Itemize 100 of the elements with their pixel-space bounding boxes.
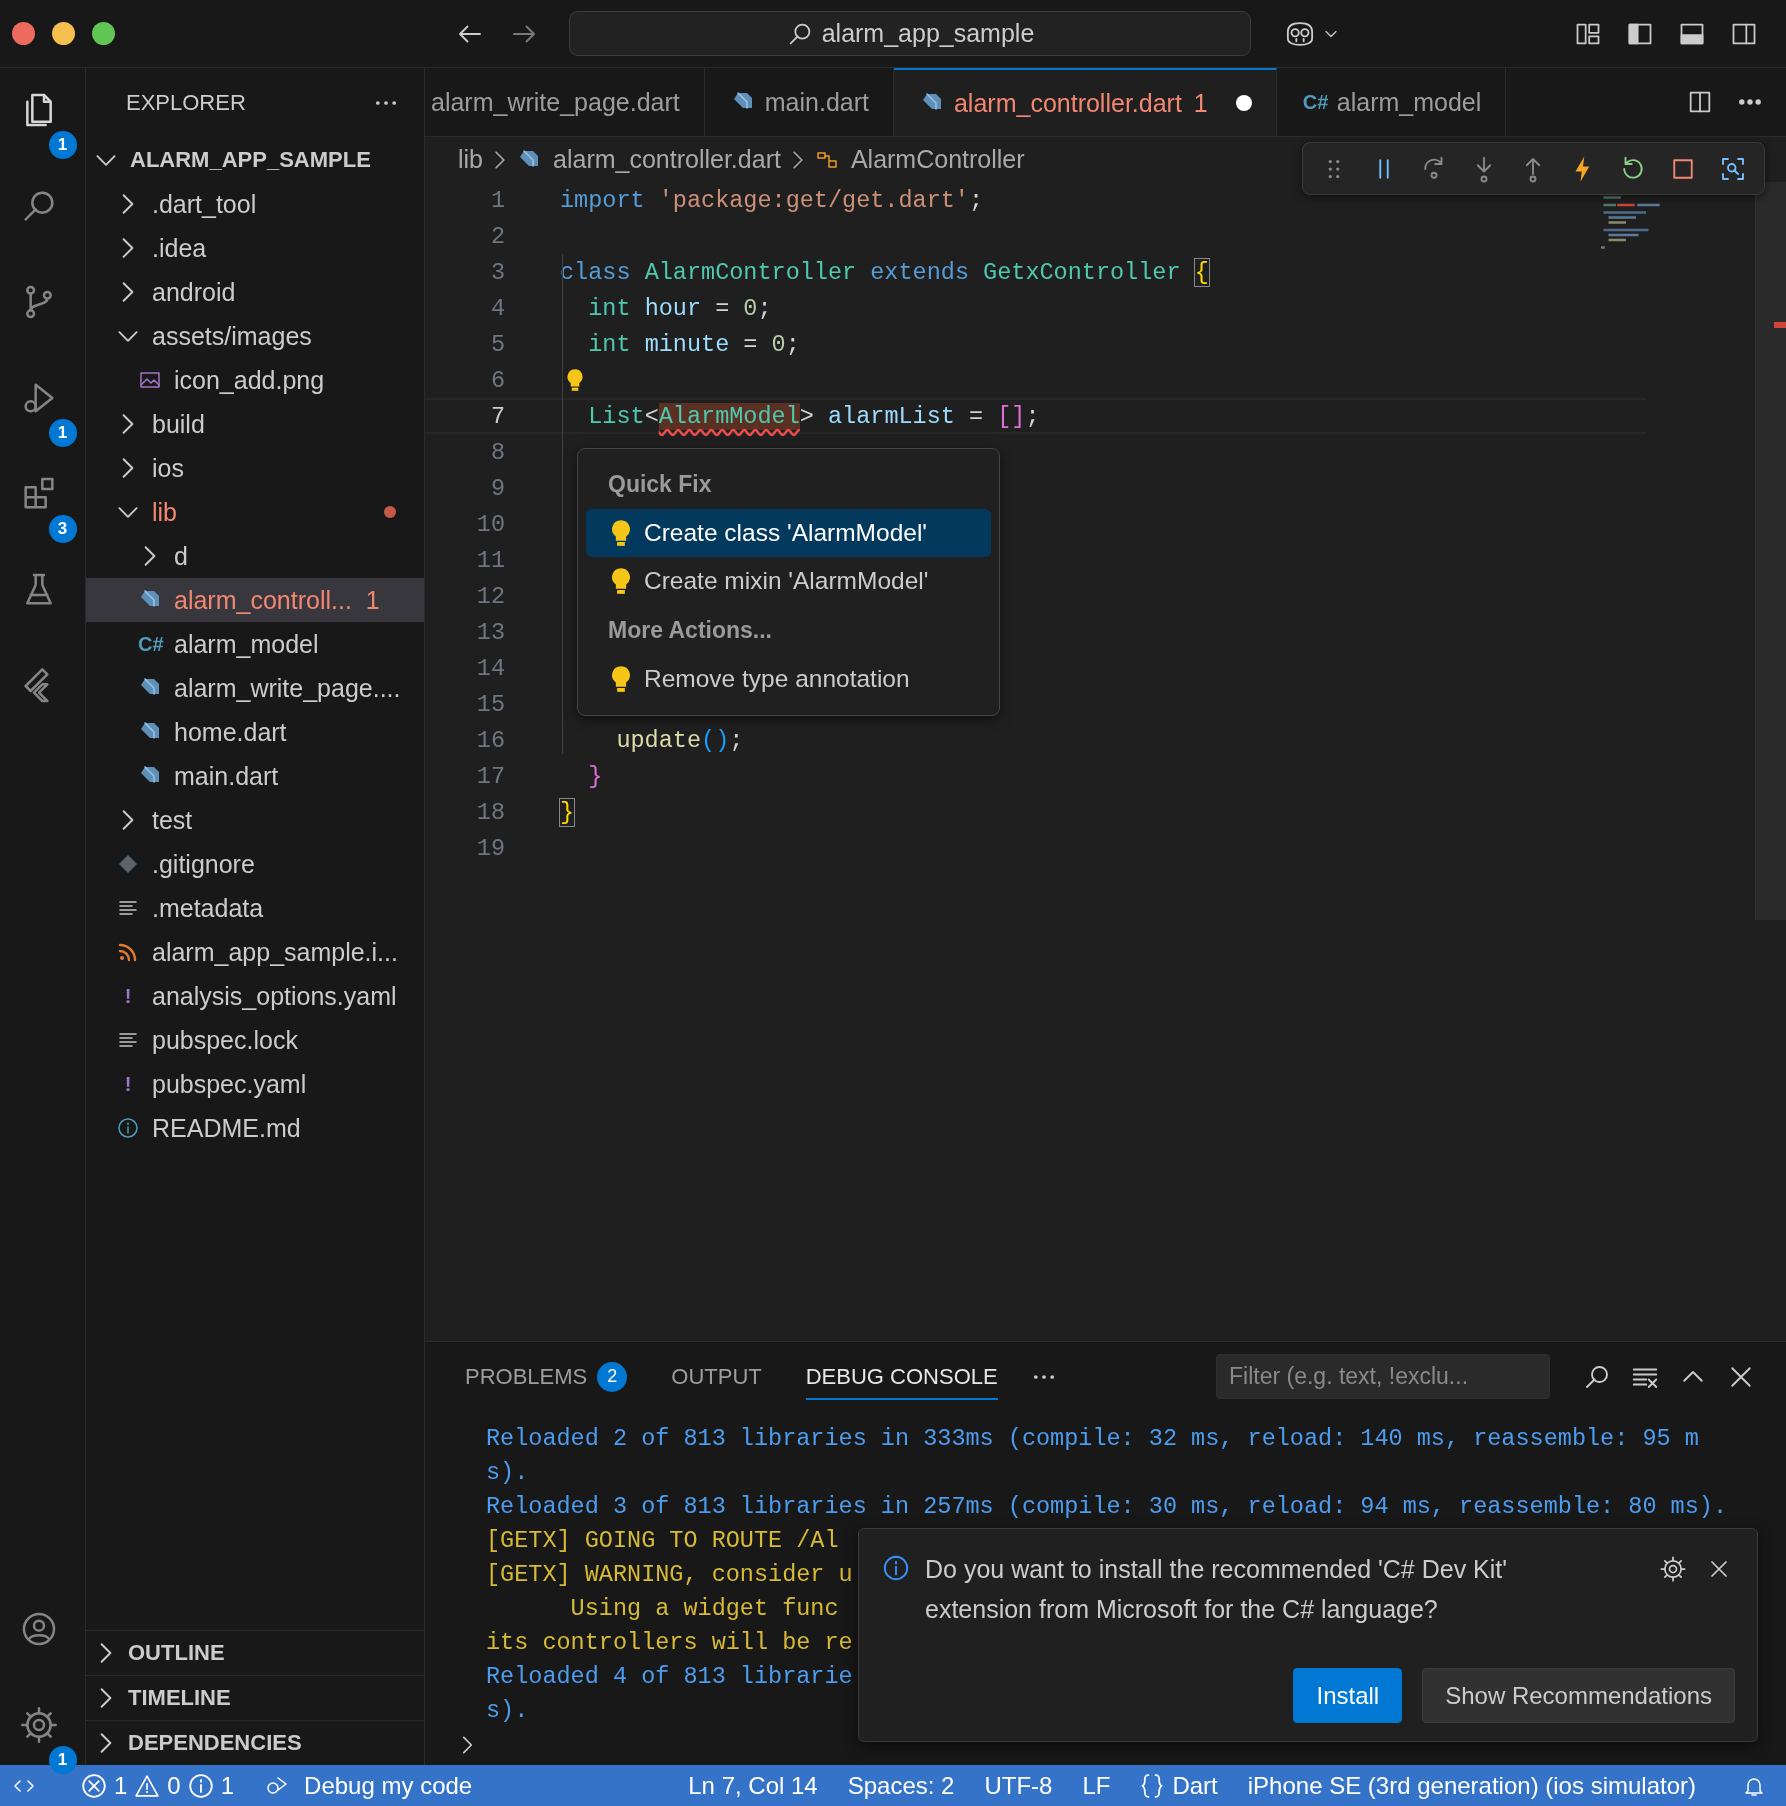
status-item[interactable]: LF xyxy=(1082,1771,1111,1800)
warning-count[interactable]: 0 xyxy=(167,1771,181,1800)
breadcrumb-item[interactable]: AlarmController xyxy=(850,145,1025,174)
file-item[interactable]: home.dart xyxy=(86,710,424,754)
folder-item[interactable]: d xyxy=(86,534,424,578)
status-item[interactable]: iPhone SE (3rd generation) (ios simulator) xyxy=(1247,1771,1696,1800)
file-item[interactable]: alarm_controll... 1 xyxy=(86,578,424,622)
menu-item[interactable]: Create class 'AlarmModel' xyxy=(586,509,991,557)
chevron-icon xyxy=(100,1643,112,1663)
line-number: 5 xyxy=(489,330,505,358)
editor-tab[interactable]: C# alarm_model xyxy=(1276,68,1507,136)
line-number: 11 xyxy=(475,546,505,574)
editor-tab[interactable]: main.dart xyxy=(704,68,894,136)
count-badge: 1 xyxy=(48,1746,77,1774)
info-icon[interactable] xyxy=(188,1773,213,1798)
file-item[interactable]: icon_add.png xyxy=(86,358,424,402)
menu-heading: More Actions... xyxy=(607,615,773,645)
error-count[interactable]: 1 xyxy=(114,1771,128,1800)
line-number: 9 xyxy=(489,474,505,502)
close-window-button[interactable] xyxy=(12,22,35,45)
folder-item[interactable]: build xyxy=(86,402,424,446)
console-line: Using a widget func xyxy=(569,1594,839,1624)
file-item[interactable]: alarm_app_sample.i... xyxy=(86,930,424,974)
folder-item[interactable]: assets/images xyxy=(86,314,424,358)
file-type-label: ! xyxy=(123,984,133,1008)
menu-heading: Quick Fix xyxy=(607,469,713,499)
editor-tab[interactable]: alarm_write_page.dart xyxy=(425,68,705,136)
menu-item[interactable]: Create mixin 'AlarmModel' xyxy=(586,557,991,605)
section-header[interactable]: OUTLINE xyxy=(86,1630,424,1675)
file-type-label: C# xyxy=(138,632,162,656)
panel-tab[interactable]: OUTPUT xyxy=(671,1353,762,1400)
breadcrumb-item[interactable]: alarm_controller.dart xyxy=(553,145,781,174)
status-item[interactable]: UTF-8 xyxy=(984,1771,1053,1800)
debug-status[interactable]: Debug my code xyxy=(304,1771,473,1800)
maximize-window-button[interactable] xyxy=(92,22,115,45)
console-line: s). xyxy=(486,1696,529,1726)
count-badge: 3 xyxy=(48,515,77,543)
console-line: its controllers will be re xyxy=(486,1628,853,1658)
line-number: 14 xyxy=(475,654,505,682)
chevron-icon xyxy=(792,150,803,169)
scrollbar[interactable] xyxy=(1755,182,1786,920)
folder-item[interactable]: lib xyxy=(86,490,424,534)
code-line: } xyxy=(560,798,575,826)
console-line: s). xyxy=(486,1458,529,1488)
project-folder-item[interactable]: ALARM_APP_SAMPLE xyxy=(86,138,424,182)
file-item[interactable]: ! pubspec.yaml xyxy=(86,1062,424,1106)
file-item[interactable]: pubspec.lock xyxy=(86,1018,424,1062)
panel-tab[interactable]: DEBUG CONSOLE xyxy=(805,1353,998,1400)
code-line: import 'package:get/get.dart'; xyxy=(560,186,984,214)
chevron-icon xyxy=(495,150,505,169)
folder-item[interactable]: .dart_tool xyxy=(86,182,424,226)
console-line: Reloaded 3 of 813 libraries in 257ms (compile: 30 ms, reload: 94 ms, reassemble: 80 ms). xyxy=(486,1492,1727,1522)
line-number: 16 xyxy=(475,726,505,754)
code-line: int minute = 0; xyxy=(587,330,800,358)
line-number: 18 xyxy=(475,798,505,826)
braces-icon[interactable] xyxy=(1140,1773,1165,1798)
line-number: 17 xyxy=(475,762,505,790)
file-item[interactable]: ! analysis_options.yaml xyxy=(86,974,424,1018)
section-header[interactable]: TIMELINE xyxy=(86,1675,424,1720)
folder-item[interactable]: android xyxy=(86,270,424,314)
command-search-field[interactable]: alarm_app_sample xyxy=(569,11,1251,56)
line-number: 12 xyxy=(475,582,505,610)
filter-field[interactable]: Filter (e.g. text, !exclu... xyxy=(1216,1354,1550,1399)
info-icon xyxy=(881,1553,911,1583)
panel-tab[interactable]: PROBLEMS 2 xyxy=(465,1353,628,1400)
notification-button[interactable]: Show Recommendations xyxy=(1422,1668,1735,1723)
info-count[interactable]: 1 xyxy=(220,1771,235,1800)
line-number: 6 xyxy=(489,366,505,394)
error-icon[interactable] xyxy=(82,1773,106,1798)
file-item[interactable]: .gitignore xyxy=(86,842,424,886)
sidebar-title: EXPLORER xyxy=(126,90,246,116)
file-item[interactable]: alarm_write_page.... xyxy=(86,666,424,710)
file-item[interactable]: main.dart xyxy=(86,754,424,798)
code-line: int hour = 0; xyxy=(587,294,772,322)
warning-icon[interactable] xyxy=(135,1773,160,1798)
status-item[interactable]: Spaces: 2 xyxy=(847,1771,955,1800)
lightbulb-icon xyxy=(612,520,630,546)
folder-item[interactable]: .idea xyxy=(86,226,424,270)
file-item[interactable]: C# alarm_model xyxy=(86,622,424,666)
notification-message: Do you want to install the recommended 'C# Dev Kit' extension from Microsoft for the C# language? xyxy=(925,1554,1509,1625)
minimize-window-button[interactable] xyxy=(52,22,75,45)
status-item[interactable]: Dart xyxy=(1172,1771,1218,1800)
file-type-label: C# xyxy=(1302,90,1327,114)
notification-button[interactable]: Install xyxy=(1293,1668,1403,1723)
menu-item[interactable]: Remove type annotation xyxy=(586,655,991,703)
console-line: Reloaded 4 of 813 librarie xyxy=(486,1662,853,1692)
breadcrumb-item[interactable]: lib xyxy=(458,145,483,174)
folder-item[interactable]: test xyxy=(86,798,424,842)
status-item[interactable]: Ln 7, Col 14 xyxy=(688,1771,818,1800)
line-number: 1 xyxy=(489,186,505,214)
line-number: 13 xyxy=(475,618,505,646)
lightbulb-icon xyxy=(612,666,630,692)
folder-item[interactable]: ios xyxy=(86,446,424,490)
settings-icon[interactable] xyxy=(18,1705,59,1745)
file-item[interactable]: README.md xyxy=(86,1106,424,1150)
console-line: [GETX] WARNING, consider u xyxy=(486,1560,853,1590)
editor-tab[interactable]: alarm_controller.dart 1 xyxy=(893,68,1277,136)
settings-icon[interactable] xyxy=(1659,1555,1687,1583)
file-item[interactable]: .metadata xyxy=(86,886,424,930)
line-number: 4 xyxy=(489,294,505,322)
